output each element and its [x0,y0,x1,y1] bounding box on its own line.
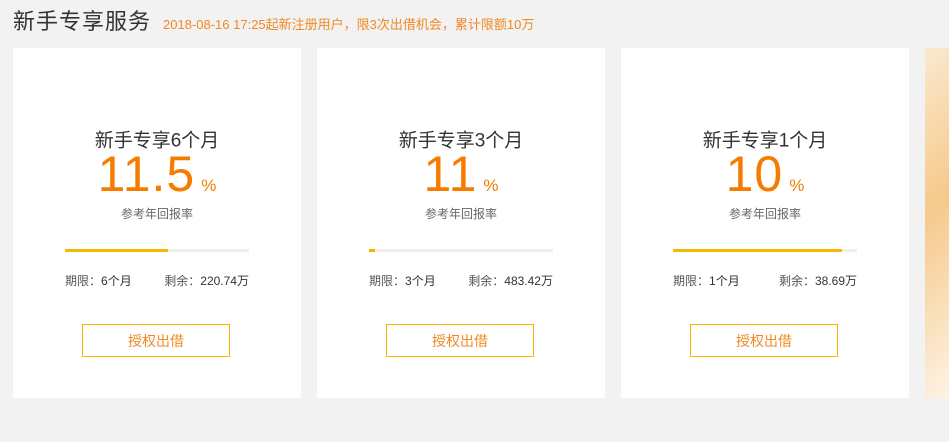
progress-bar [65,249,249,252]
section-note: 2018-08-16 17:25起新注册用户，限3次出借机会，累计限额10万 [163,17,535,32]
rate-label: 参考年回报率 [728,207,801,221]
rate-value: 11.5 [97,146,196,202]
remain-value: 483.42万 [504,274,553,288]
product-card-6-month: 新手专享6个月 11.5% 参考年回报率 期限：6个月 剩余：220.74万 授… [13,48,301,398]
term-value: 3个月 [405,274,436,288]
rate-unit: % [789,176,805,195]
term-value: 1个月 [709,274,740,288]
product-rate: 11% [317,146,605,202]
authorize-lend-button[interactable]: 授权出借 [82,324,230,357]
progress-bar [369,249,553,252]
progress-fill [65,249,169,252]
section-title: 新手专享服务 [13,9,152,34]
remain-label: 剩余： [778,274,815,288]
rate-label: 参考年回报率 [424,207,497,221]
term-info: 期限：3个月 [369,272,436,289]
term-info: 期限：1个月 [673,272,740,289]
term-value: 6个月 [101,274,132,288]
page: 新手专享服务 2018-08-16 17:25起新注册用户，限3次出借机会，累计… [0,0,949,442]
authorize-lend-button[interactable]: 授权出借 [690,324,838,357]
remain-label: 剩余： [468,274,505,288]
section-header: 新手专享服务 2018-08-16 17:25起新注册用户，限3次出借机会，累计… [13,4,534,34]
remain-info: 剩余：220.74万 [164,272,249,289]
rate-label: 参考年回报率 [120,207,193,221]
remain-info: 剩余：483.42万 [468,272,553,289]
term-label: 期限： [673,274,710,288]
progress-fill [673,249,843,252]
rate-value: 11 [423,146,478,202]
remain-value: 38.69万 [814,274,857,288]
promo-banner-image[interactable] [925,48,949,398]
remain-value: 220.74万 [200,274,249,288]
product-rate: 11.5% [13,146,301,202]
rate-value: 10 [725,146,784,202]
product-card-1-month: 新手专享1个月 10% 参考年回报率 期限：1个月 剩余：38.69万 授权出借 [621,48,909,398]
remain-info: 剩余：38.69万 [779,272,857,289]
progress-bar [673,249,857,252]
remain-label: 剩余： [164,274,201,288]
product-rate: 10% [621,146,909,202]
rate-unit: % [201,176,217,195]
term-label: 期限： [65,274,102,288]
product-card-3-month: 新手专享3个月 11% 参考年回报率 期限：3个月 剩余：483.42万 授权出… [317,48,605,398]
rate-unit: % [483,176,499,195]
progress-fill [369,249,375,252]
authorize-lend-button[interactable]: 授权出借 [386,324,534,357]
term-info: 期限：6个月 [65,272,132,289]
term-label: 期限： [369,274,406,288]
